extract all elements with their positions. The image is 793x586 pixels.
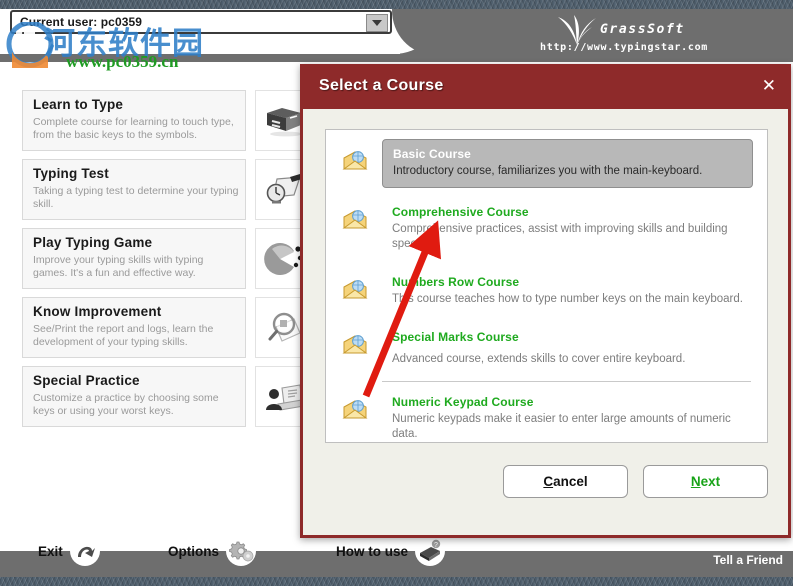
course-item-comprehensive[interactable]: Comprehensive Course Comprehensive pract… xyxy=(326,198,767,260)
course-box[interactable]: Basic Course Introductory course, famili… xyxy=(382,139,753,188)
cancel-accel: C xyxy=(543,474,554,489)
current-user-combobox[interactable]: Current user: pc0359 xyxy=(10,10,392,34)
select-course-dialog: Select a Course ✕ Basic Course Introduct… xyxy=(300,64,791,538)
menu-item-special-practice[interactable]: Special Practice Customize a practice by… xyxy=(22,366,314,435)
options-label: Options xyxy=(168,543,219,559)
menu-item-title: Play Typing Game xyxy=(33,235,153,250)
course-item-numbers-row[interactable]: Numbers Row Course This course teaches h… xyxy=(326,268,767,315)
person-laptop-icon xyxy=(266,383,304,411)
grass-leaf-icon xyxy=(558,15,596,45)
course-name: Basic Course xyxy=(393,147,471,161)
course-desc: This course teaches how to type number k… xyxy=(392,293,743,305)
course-item-basic[interactable]: Basic Course Introductory course, famili… xyxy=(326,139,767,188)
exit-arrow-icon[interactable] xyxy=(69,536,100,566)
menu-item-desc: Improve your typing skills with typing g… xyxy=(33,254,204,279)
menu-item-desc: See/Print the report and logs, learn the… xyxy=(33,323,214,348)
course-box[interactable]: Special Marks Course Advanced course, ex… xyxy=(382,323,753,375)
menu-item-know-improvement[interactable]: Know Improvement See/Print the report an… xyxy=(22,297,314,366)
menu-card[interactable]: Play Typing Game Improve your typing ski… xyxy=(22,228,246,289)
menu-item-learn-to-type[interactable]: Learn to Type Complete course for learni… xyxy=(22,90,314,159)
cancel-label-rest: ancel xyxy=(553,474,588,489)
menu-item-typing-test[interactable]: Typing Test Taking a typing test to dete… xyxy=(22,159,314,228)
how-to-use-label: How to use xyxy=(336,543,409,559)
cancel-button[interactable]: Cancel xyxy=(503,465,628,498)
menu-item-desc: Taking a typing test to determine your t… xyxy=(33,185,239,210)
open-envelope-icon xyxy=(342,278,368,305)
current-user-value: Current user: pc0359 xyxy=(20,15,143,29)
clock-pen-icon xyxy=(266,173,302,203)
course-box[interactable]: Comprehensive Course Comprehensive pract… xyxy=(382,198,753,260)
menu-item-play-typing-game[interactable]: Play Typing Game Improve your typing ski… xyxy=(22,228,314,297)
main-menu-list: Learn to Type Complete course for learni… xyxy=(22,90,314,435)
menu-card[interactable]: Special Practice Customize a practice by… xyxy=(22,366,246,427)
open-envelope-icon xyxy=(342,208,368,235)
exit-label: Exit xyxy=(38,543,63,559)
menu-card[interactable]: Typing Test Taking a typing test to dete… xyxy=(22,159,246,220)
books-icon xyxy=(267,107,302,136)
magnifier-report-icon xyxy=(268,312,301,342)
course-name: Numeric Keypad Course xyxy=(392,395,534,409)
brand-name: GrassSoft xyxy=(600,22,685,37)
next-accel: N xyxy=(690,474,701,489)
course-name: Special Marks Course xyxy=(392,330,519,344)
chevron-down-icon[interactable] xyxy=(366,14,388,32)
next-label-rest: ext xyxy=(700,474,721,489)
course-box[interactable]: Numbers Row Course This course teaches h… xyxy=(382,268,753,315)
brand-logo: GrassSoft http://www.typingstar.com xyxy=(540,15,790,60)
dialog-title: Select a Course xyxy=(319,77,444,94)
brand-url: http://www.typingstar.com xyxy=(540,42,709,53)
course-desc: Comprehensive practices, assist with imp… xyxy=(392,223,728,250)
course-list-panel: Basic Course Introductory course, famili… xyxy=(325,129,768,443)
open-envelope-icon xyxy=(342,333,368,360)
options-button[interactable]: Options xyxy=(168,536,256,566)
next-button[interactable]: Next xyxy=(643,465,768,498)
course-item-special-marks[interactable]: Special Marks Course Advanced course, ex… xyxy=(326,323,767,375)
course-box[interactable]: Numeric Keypad Course Numeric keypads ma… xyxy=(382,388,753,450)
menu-item-title: Learn to Type xyxy=(33,97,124,112)
pacman-game-icon xyxy=(264,242,303,275)
course-item-numeric-keypad[interactable]: Numeric Keypad Course Numeric keypads ma… xyxy=(326,388,767,450)
open-envelope-icon xyxy=(342,149,368,176)
help-book-icon[interactable]: ? xyxy=(415,536,446,566)
menu-card[interactable]: Learn to Type Complete course for learni… xyxy=(22,90,246,151)
how-to-use-button[interactable]: How to use ? xyxy=(336,536,446,566)
close-icon[interactable]: ✕ xyxy=(762,77,776,95)
bottom-texture-strip xyxy=(0,577,793,586)
course-desc: Introductory course, familiarizes you wi… xyxy=(393,165,703,177)
menu-item-desc: Complete course for learning to touch ty… xyxy=(33,116,234,141)
course-desc: Numeric keypads make it easier to enter … xyxy=(392,413,731,440)
dialog-button-bar: Cancel Next xyxy=(303,465,788,511)
menu-item-title: Typing Test xyxy=(33,166,109,181)
gears-icon[interactable] xyxy=(226,536,256,566)
menu-item-desc: Customize a practice by choosing some ke… xyxy=(33,392,219,417)
tell-a-friend-link[interactable]: Tell a Friend xyxy=(713,553,783,567)
menu-item-title: Know Improvement xyxy=(33,304,162,319)
open-envelope-icon xyxy=(342,398,368,425)
menu-card[interactable]: Know Improvement See/Print the report an… xyxy=(22,297,246,358)
exit-button[interactable]: Exit xyxy=(38,536,100,566)
course-list-separator xyxy=(382,381,751,382)
svg-text:?: ? xyxy=(434,542,438,549)
course-name: Numbers Row Course xyxy=(392,275,520,289)
top-texture-strip xyxy=(0,0,793,9)
course-name: Comprehensive Course xyxy=(392,205,529,219)
course-desc: Advanced course, extends skills to cover… xyxy=(392,353,686,365)
dialog-title-bar: Select a Course ✕ xyxy=(303,67,788,109)
menu-item-title: Special Practice xyxy=(33,373,140,388)
